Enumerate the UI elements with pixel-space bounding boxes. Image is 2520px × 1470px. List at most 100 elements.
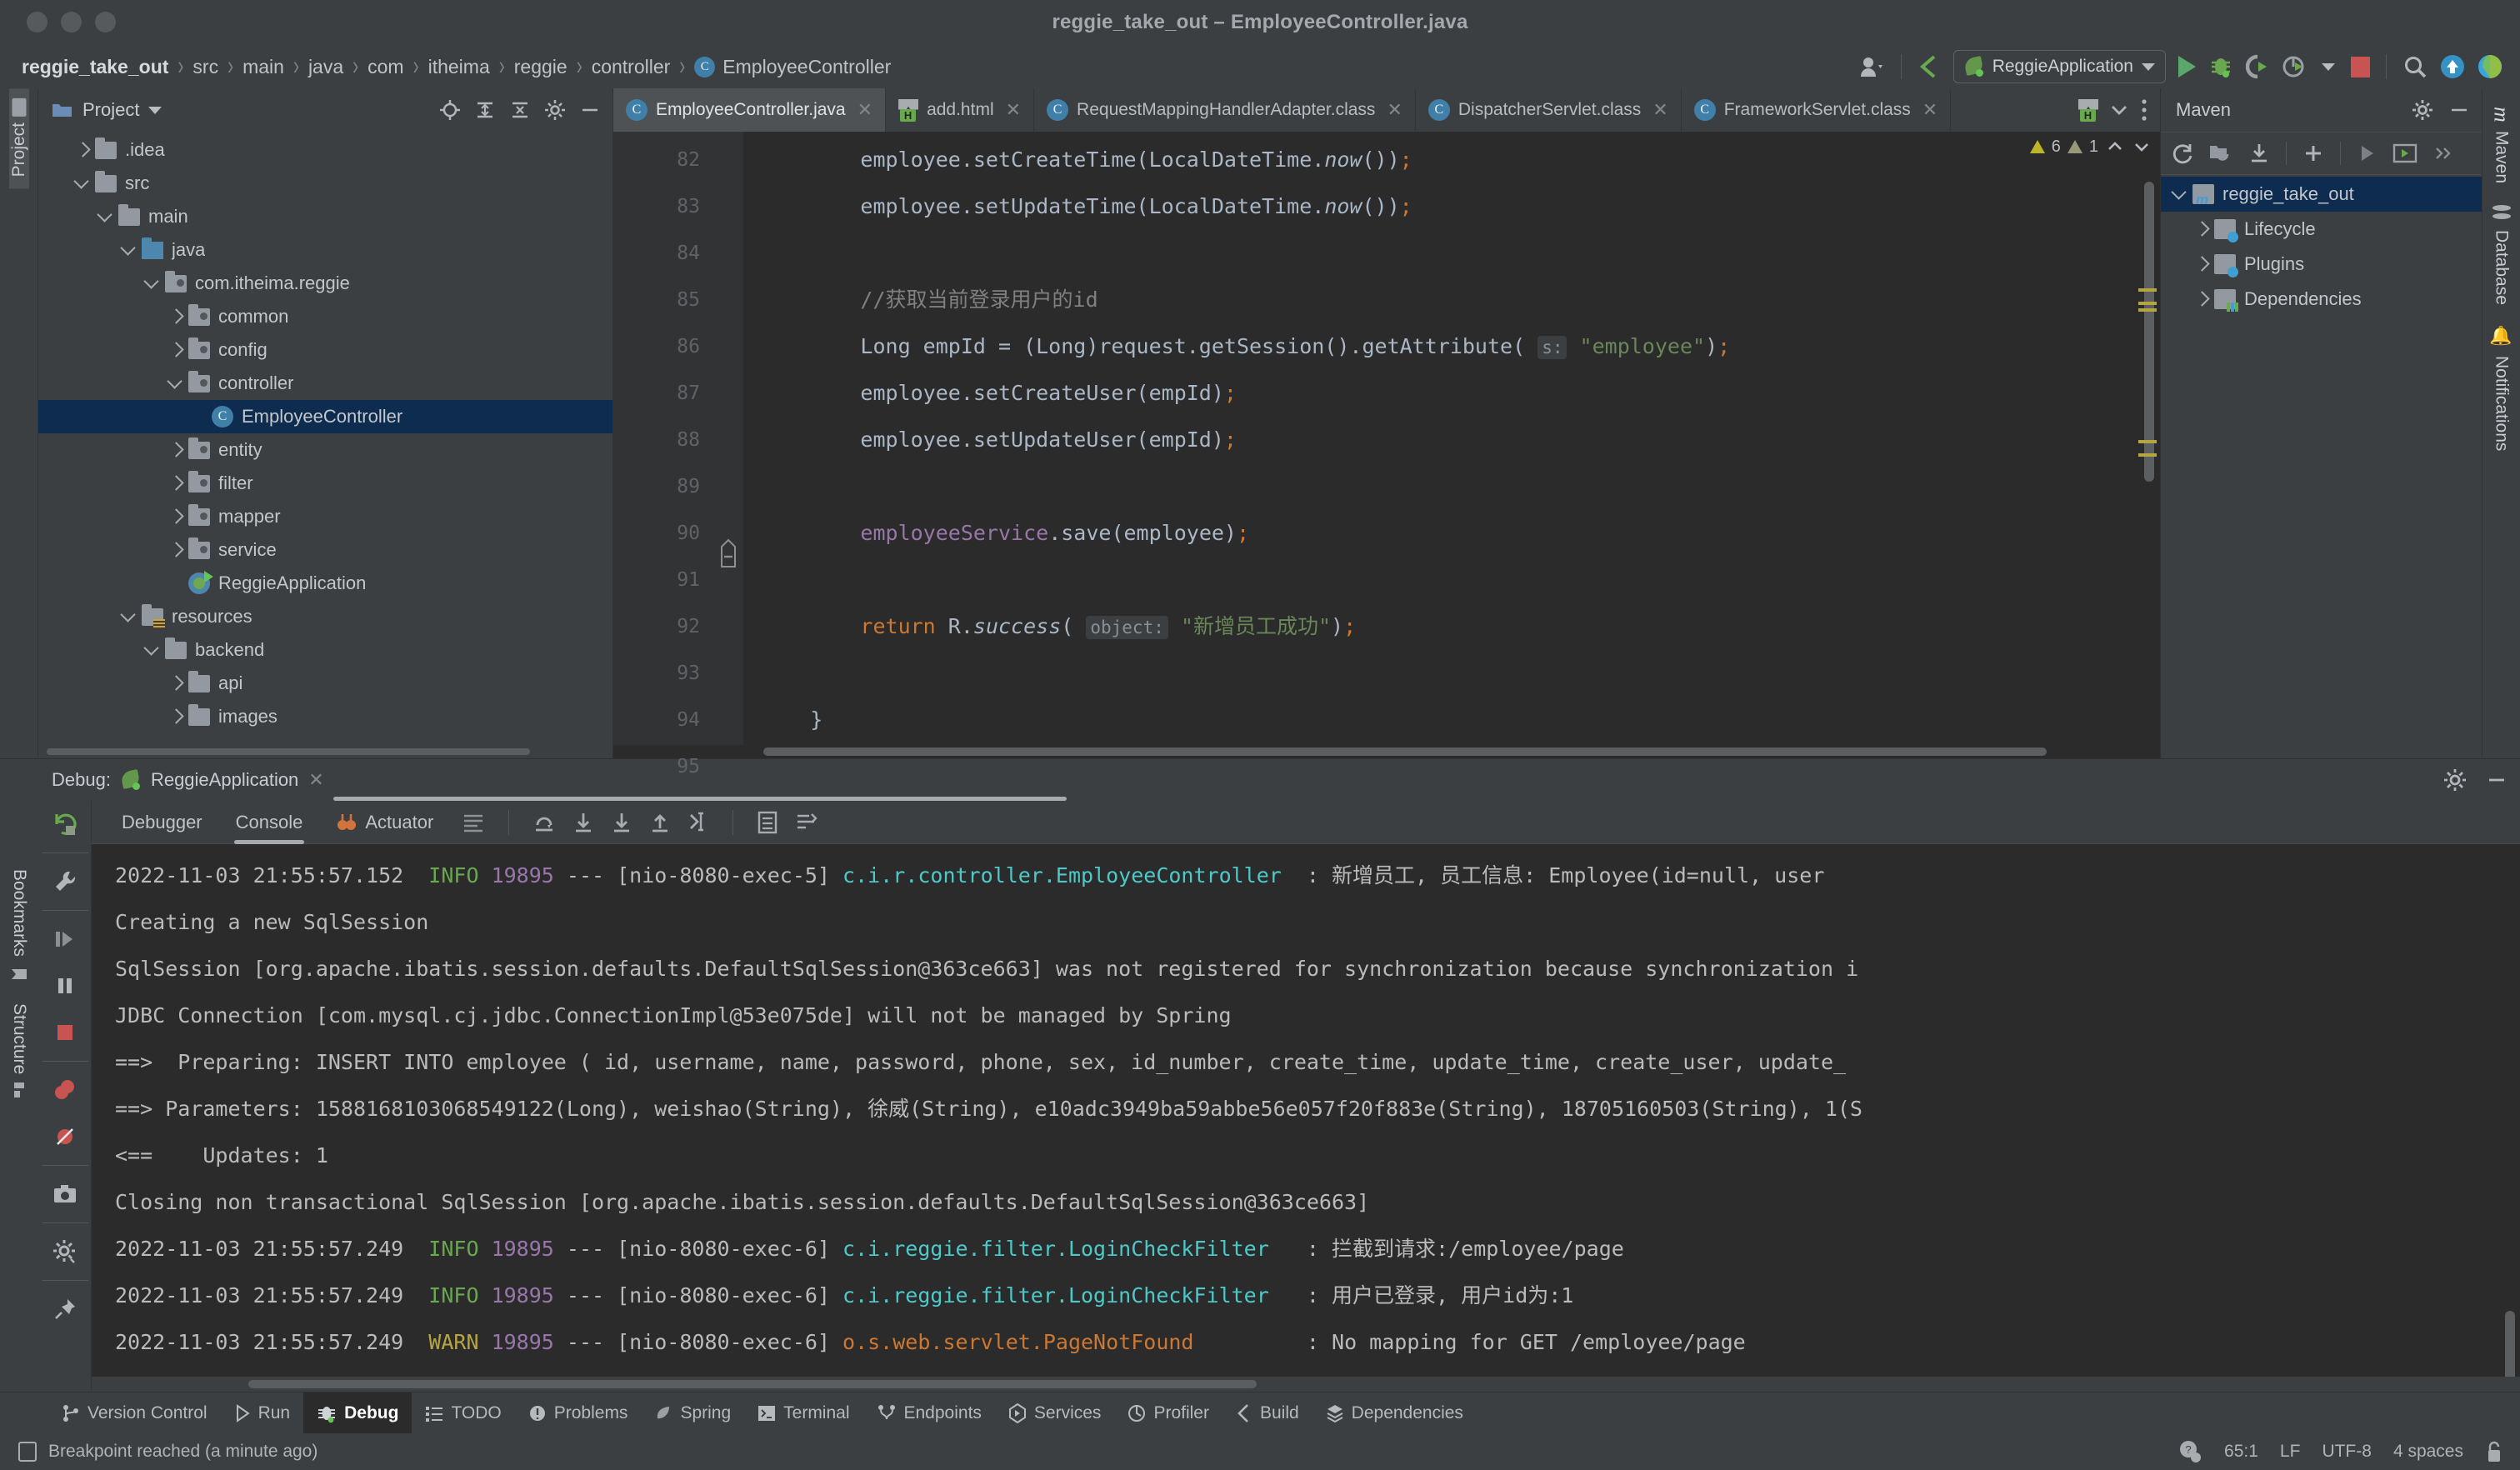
- execute-goal-icon[interactable]: [2392, 143, 2418, 163]
- tree-twisty-d[interactable]: [120, 241, 138, 259]
- camera-icon[interactable]: [38, 1171, 92, 1218]
- rail-tab-bookmarks[interactable]: Bookmarks: [9, 859, 29, 993]
- project-tree-row[interactable]: backend: [38, 633, 612, 667]
- code-line[interactable]: Long empId = (Long)request.getSession().…: [760, 323, 2132, 370]
- breadcrumb-item-class[interactable]: C EmployeeController: [694, 56, 891, 78]
- maximize-window-button[interactable]: [95, 12, 116, 32]
- code-line[interactable]: [760, 650, 2132, 697]
- rerun-icon[interactable]: [38, 801, 92, 848]
- tree-twisty-d[interactable]: [97, 208, 115, 226]
- rail-tab-project[interactable]: Project: [9, 88, 29, 188]
- expand-all-icon[interactable]: [474, 99, 496, 121]
- step-into-icon[interactable]: [572, 812, 594, 833]
- breadcrumb-item-6[interactable]: reggie: [514, 56, 568, 78]
- code-line[interactable]: employee.setUpdateTime(LocalDateTime.now…: [760, 183, 2132, 230]
- close-tab-icon[interactable]: ✕: [1652, 99, 1668, 121]
- close-window-button[interactable]: [27, 12, 48, 32]
- debug-button[interactable]: [2202, 48, 2239, 85]
- run-with-coverage-button[interactable]: [2239, 48, 2276, 85]
- project-panel-title-group[interactable]: Project: [52, 99, 162, 121]
- rail-tab-notifications[interactable]: 🔔 Notifications: [2491, 315, 2512, 461]
- maven-tree-row[interactable]: Dependencies: [2161, 282, 2482, 317]
- run-configuration-selector[interactable]: ReggieApplication: [1953, 50, 2166, 83]
- indent-setting[interactable]: 4 spaces: [2393, 1442, 2463, 1462]
- bottom-tab-version-control[interactable]: Version Control: [48, 1392, 221, 1434]
- tree-twisty-r[interactable]: [167, 674, 185, 692]
- wrench-icon[interactable]: [38, 858, 92, 905]
- step-over-icon[interactable]: [532, 812, 556, 833]
- project-tree-row[interactable]: main: [38, 200, 612, 233]
- code-line[interactable]: employee.setCreateUser(empId);: [760, 370, 2132, 417]
- gear-icon[interactable]: [544, 99, 566, 121]
- close-tab-icon[interactable]: ✕: [858, 99, 872, 121]
- editor-tab[interactable]: CDispatcherServlet.class✕: [1416, 88, 1682, 132]
- breadcrumb-item-4[interactable]: com: [368, 56, 403, 78]
- code-line[interactable]: employeeService.save(employee);: [760, 510, 2132, 557]
- gear-icon[interactable]: [2412, 99, 2433, 121]
- soft-wrap-icon[interactable]: [462, 812, 485, 832]
- project-tree-row[interactable]: entity: [38, 433, 612, 467]
- code-line[interactable]: return R.success( object: "新增员工成功");: [760, 603, 2132, 650]
- project-tree-row[interactable]: resources: [38, 600, 612, 633]
- profile-button[interactable]: [2276, 48, 2312, 85]
- bottom-tab-run[interactable]: Run: [221, 1392, 304, 1434]
- project-tree-row[interactable]: mapper: [38, 500, 612, 533]
- project-tree[interactable]: .ideasrcmainjavacom.itheima.reggiecommon…: [38, 132, 612, 747]
- debug-tab-console[interactable]: Console: [219, 801, 320, 844]
- tree-twisty-r[interactable]: [167, 508, 185, 526]
- bottom-tab-build[interactable]: Build: [1222, 1392, 1312, 1434]
- tree-twisty-d[interactable]: [167, 374, 185, 392]
- tree-twisty-d[interactable]: [120, 608, 138, 626]
- inspection-widget[interactable]: 6 1: [2030, 137, 2152, 157]
- breadcrumb-item-0[interactable]: reggie_take_out: [22, 56, 168, 78]
- tree-twisty-d[interactable]: [73, 174, 92, 192]
- stop-icon[interactable]: [38, 1009, 92, 1056]
- inspection-icon[interactable]: ?: [2178, 1439, 2202, 1464]
- run-icon[interactable]: [2356, 142, 2378, 164]
- tree-twisty-r[interactable]: [73, 141, 92, 159]
- code-line[interactable]: employee.setCreateTime(LocalDateTime.now…: [760, 137, 2132, 183]
- settings-icon[interactable]: [38, 1228, 92, 1275]
- project-tree-hscrollbar[interactable]: [38, 747, 612, 757]
- tree-twisty-r[interactable]: [167, 541, 185, 559]
- tree-twisty-d[interactable]: [2171, 185, 2189, 203]
- maven-tree-row[interactable]: Lifecycle: [2161, 212, 2482, 247]
- fold-gutter[interactable]: [713, 132, 743, 745]
- print-stack-icon[interactable]: [795, 812, 818, 833]
- close-tab-icon[interactable]: ✕: [1922, 99, 1938, 121]
- breadcrumb[interactable]: reggie_take_out › src › main › java › co…: [22, 56, 891, 78]
- download-sources-icon[interactable]: [2248, 142, 2271, 165]
- line-separator[interactable]: LF: [2280, 1442, 2301, 1462]
- caret-position[interactable]: 65:1: [2224, 1442, 2258, 1462]
- bottom-tab-problems[interactable]: Problems: [515, 1392, 642, 1434]
- code-line[interactable]: [760, 463, 2132, 510]
- bottom-tool-tabs[interactable]: Version ControlRunDebugTODOProblemsSprin…: [0, 1392, 2520, 1433]
- breadcrumb-item-5[interactable]: itheima: [428, 56, 490, 78]
- project-tree-row[interactable]: api: [38, 667, 612, 700]
- project-tree-row[interactable]: java: [38, 233, 612, 267]
- code-line[interactable]: [760, 557, 2132, 603]
- close-tab-icon[interactable]: ✕: [1006, 99, 1021, 121]
- more-icon[interactable]: [2432, 143, 2454, 163]
- gear-icon[interactable]: [2443, 768, 2467, 792]
- breadcrumb-item-3[interactable]: java: [308, 56, 343, 78]
- evaluate-expression-icon[interactable]: [757, 811, 778, 834]
- debug-tab-strip[interactable]: DebuggerConsoleActuator: [92, 801, 2520, 844]
- tree-twisty-r[interactable]: [167, 441, 185, 459]
- console-output[interactable]: 2022-11-03 21:55:57.152 INFO 19895 --- […: [92, 844, 2520, 1377]
- tree-twisty-r[interactable]: [2192, 290, 2211, 308]
- code-line[interactable]: [760, 230, 2132, 277]
- hide-panel-icon[interactable]: [2485, 768, 2508, 792]
- breadcrumb-item-2[interactable]: main: [242, 56, 284, 78]
- project-tree-row[interactable]: images: [38, 700, 612, 733]
- vcs-update-icon[interactable]: [1912, 48, 1948, 85]
- step-out-icon[interactable]: [649, 812, 671, 833]
- bottom-tab-debug[interactable]: Debug: [303, 1392, 412, 1434]
- bottom-tab-spring[interactable]: Spring: [641, 1392, 744, 1434]
- tree-twisty-r[interactable]: [2192, 220, 2211, 238]
- collapse-all-icon[interactable]: [509, 99, 531, 121]
- breadcrumb-item-7[interactable]: controller: [592, 56, 671, 78]
- next-problem-icon[interactable]: [2132, 137, 2152, 157]
- search-icon[interactable]: [2397, 48, 2433, 85]
- pause-icon[interactable]: [38, 962, 92, 1009]
